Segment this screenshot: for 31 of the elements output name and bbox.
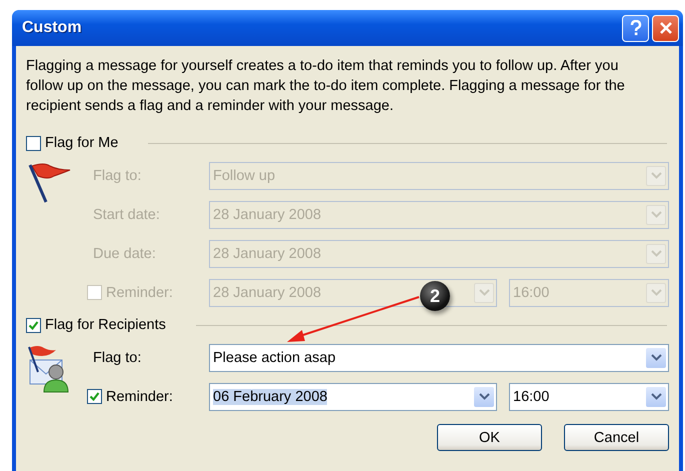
reminder-label: Reminder: [106,388,173,404]
field-value: Follow up [213,168,276,184]
time-value: 16:00 [513,388,550,404]
section-label: Flag for Me [45,135,118,151]
close-icon [658,21,672,35]
date-value: 28 January 2008 [213,284,322,300]
field-label: Flag to: [93,350,142,366]
reminder-label: Reminder: [106,284,173,300]
field-value: 28 January 2008 [213,206,322,222]
reminder-checkbox[interactable] [87,389,102,404]
dropdown-field[interactable]: Please action asap [209,344,669,372]
help-icon [628,20,642,36]
date-value: 06 February 2008 [213,388,328,404]
flag-icon [26,162,72,204]
dialog-button[interactable]: OK [437,424,542,451]
field-value: 28 January 2008 [213,246,322,262]
time-dropdown[interactable]: 16:00 [509,382,669,410]
section-checkbox[interactable] [26,136,41,150]
field-label: Due date: [93,246,157,262]
close-button[interactable] [652,14,679,42]
field-value: Please action asap [213,350,336,366]
description-text: Flagging a message for yourself creates a to-do item that reminds you to follow up. After you follow up on the message, you can mark the to-do item complete. Flagging a message for the recipient sends a flag and a reminder with your message. [26,57,626,116]
section-checkbox[interactable] [26,318,41,332]
help-button[interactable] [622,14,649,42]
field-label: Flag to: [93,168,142,184]
time-value: 16:00 [513,284,550,300]
window-title: Custom [21,19,82,37]
date-dropdown[interactable]: 06 February 2008 [209,382,497,410]
dialog-button[interactable]: Cancel [564,424,669,451]
field-label: Start date: [93,206,161,222]
section-label: Flag for Recipients [45,317,166,333]
